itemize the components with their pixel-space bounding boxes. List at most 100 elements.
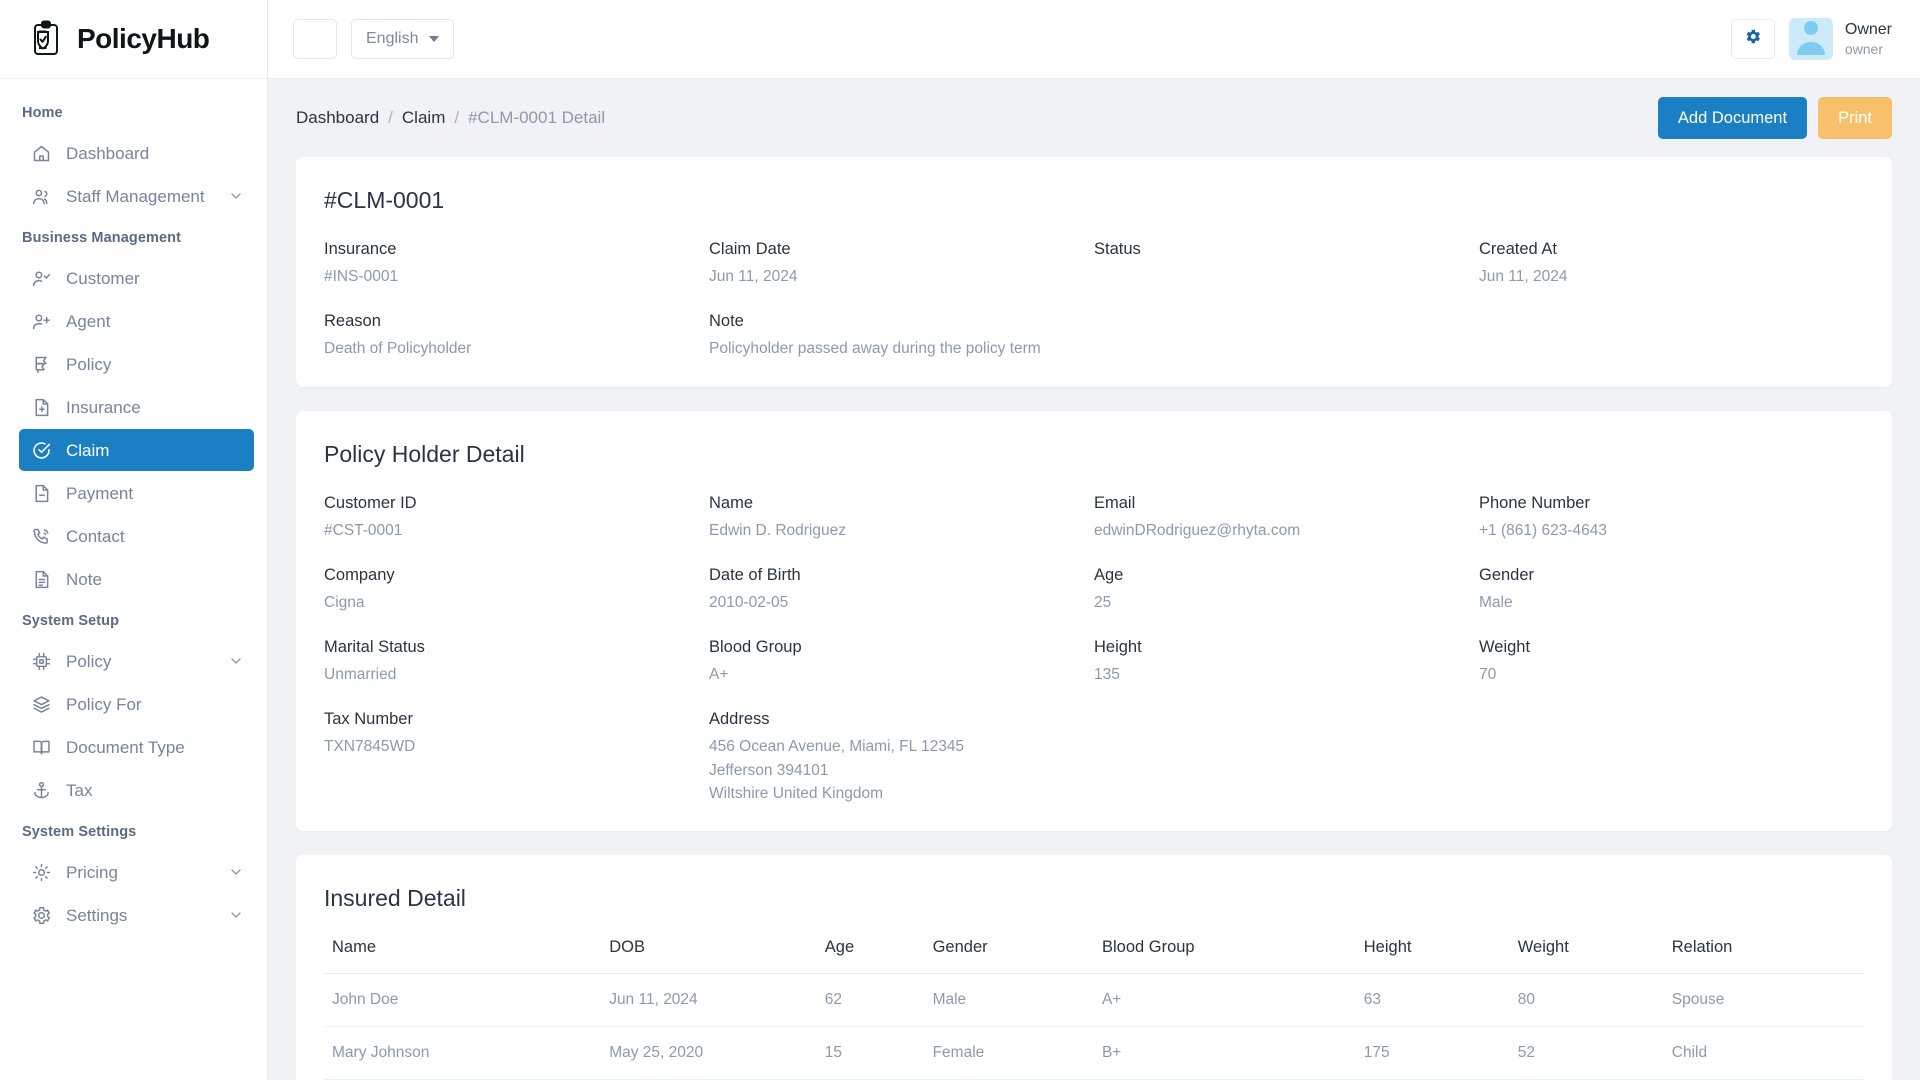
app-root: PolicyHub Home Dashboard Staff Managemen… <box>0 0 1920 1080</box>
field-label: Claim Date <box>709 240 791 258</box>
sidebar-item-settings[interactable]: Settings <box>19 894 254 936</box>
table-row[interactable]: Mary Johnson May 25, 2020 15 Female B+ 1… <box>324 1026 1864 1080</box>
page-content: Dashboard / Claim / #CLM-0001 Detail Add… <box>268 79 1920 1080</box>
language-label: English <box>366 30 419 47</box>
user-name: Owner <box>1844 20 1892 38</box>
sidebar-item-note[interactable]: Note <box>19 558 254 600</box>
field-label: Tax Number <box>324 710 413 729</box>
chip-icon <box>31 651 52 672</box>
field-weight: Weight 70 <box>1479 638 1864 686</box>
sidebar-toggle-button[interactable] <box>293 19 337 59</box>
field-label: Blood Group <box>709 638 802 656</box>
sidebar-item-label: Staff Management <box>66 186 205 206</box>
field-value: Policyholder passed away during the poli… <box>709 340 1041 358</box>
insured-table: Name DOB Age Gender Blood Group Height W… <box>324 938 1864 1080</box>
sidebar-item-insurance[interactable]: Insurance <box>19 386 254 428</box>
sidebar-item-label: Document Type <box>66 737 185 757</box>
cell-blood-group: B+ <box>1093 1026 1356 1080</box>
table-body: John Doe Jun 11, 2024 62 Male A+ 63 80 S… <box>324 973 1864 1080</box>
field-marital-status: Marital Status Unmarried <box>324 638 709 686</box>
topbar-right: Owner owner <box>1730 18 1892 60</box>
field-value: edwinDRodriguez@rhyta.com <box>1094 521 1301 539</box>
sidebar-item-claim[interactable]: Claim <box>19 429 254 471</box>
breadcrumb-item-claim[interactable]: Claim <box>402 108 445 128</box>
field-label: Gender <box>1479 565 1535 584</box>
field-label: Marital Status <box>324 638 425 656</box>
field-claim-date: Claim Date Jun 11, 2024 <box>709 240 1094 288</box>
language-selector[interactable]: English <box>351 19 455 59</box>
table-row[interactable]: John Doe Jun 11, 2024 62 Male A+ 63 80 S… <box>324 973 1864 1027</box>
page-actions: Add Document Print <box>1657 97 1892 139</box>
print-button[interactable]: Print <box>1818 97 1892 139</box>
field-customer-id: Customer ID #CST-0001 <box>324 494 709 542</box>
chevron-down-icon <box>228 864 244 880</box>
field-age: Age 25 <box>1094 566 1479 614</box>
brand[interactable]: PolicyHub <box>0 0 267 79</box>
field-label: Address <box>709 710 770 729</box>
cell-dob: Jun 11, 2024 <box>601 973 817 1027</box>
field-value: 2010-02-05 <box>709 593 789 611</box>
settings-gear-icon <box>31 905 52 926</box>
breadcrumb-item-dashboard[interactable]: Dashboard <box>296 108 379 128</box>
sidebar-item-label: Tax <box>66 780 93 800</box>
sidebar-item-label: Settings <box>66 905 128 925</box>
cell-name: Mary Johnson <box>324 1026 602 1080</box>
field-value: Male <box>1479 593 1513 611</box>
user-menu[interactable]: Owner owner <box>1788 18 1892 60</box>
column-header-name: Name <box>324 938 602 974</box>
column-header-weight: Weight <box>1509 938 1664 974</box>
sidebar-item-payment[interactable]: Payment <box>19 472 254 514</box>
field-label: Created At <box>1479 240 1557 258</box>
sidebar-item-policy-for[interactable]: Policy For <box>19 683 254 725</box>
cell-age: 15 <box>816 1026 925 1080</box>
field-label: Company <box>324 565 395 584</box>
sidebar-item-policy-setup[interactable]: Policy <box>19 640 254 682</box>
sidebar-item-contact[interactable]: Contact <box>19 515 254 557</box>
field-value: 25 <box>1094 593 1112 611</box>
field-value: Unmarried <box>324 666 397 683</box>
status-badge <box>1094 265 1479 287</box>
sidebar-item-label: Claim <box>66 440 110 460</box>
tag-gear-icon <box>31 862 52 883</box>
sidebar-item-policy[interactable]: Policy <box>19 343 254 385</box>
sidebar-item-staff-management[interactable]: Staff Management <box>19 175 254 217</box>
sidebar-item-agent[interactable]: Agent <box>19 300 254 342</box>
sidebar-item-document-type[interactable]: Document Type <box>19 726 254 768</box>
field-insurance: Insurance #INS-0001 <box>324 240 709 288</box>
sidebar-item-label: Pricing <box>66 862 118 882</box>
field-value: Jun 11, 2024 <box>1479 268 1568 285</box>
cell-age: 62 <box>816 973 925 1027</box>
sidebar: PolicyHub Home Dashboard Staff Managemen… <box>0 0 268 1080</box>
policy-holder-title: Policy Holder Detail <box>324 440 525 467</box>
policy-flag-icon <box>31 354 52 375</box>
field-tax-number: Tax Number TXN7845WD <box>324 710 709 805</box>
field-value: A+ <box>709 666 729 683</box>
chevron-down-icon <box>429 36 440 42</box>
cell-dob: May 25, 2020 <box>601 1026 817 1080</box>
chevron-down-icon <box>228 653 244 669</box>
cell-name: John Doe <box>324 973 602 1027</box>
table-header-row: Name DOB Age Gender Blood Group Height W… <box>324 938 1864 974</box>
sidebar-item-dashboard[interactable]: Dashboard <box>19 132 254 174</box>
field-value: 70 <box>1479 666 1497 683</box>
note-icon <box>31 569 52 590</box>
claim-summary-card: #CLM-0001 Insurance #INS-0001 Claim Date… <box>296 157 1892 387</box>
clipboard-shield-icon <box>26 19 66 59</box>
insured-detail-title: Insured Detail <box>324 885 466 911</box>
claim-title: #CLM-0001 <box>324 187 445 213</box>
sidebar-item-tax[interactable]: Tax <box>19 769 254 811</box>
cell-weight: 52 <box>1509 1026 1664 1080</box>
field-value: Edwin D. Rodriguez <box>709 521 846 539</box>
add-document-button[interactable]: Add Document <box>1657 97 1808 139</box>
settings-button[interactable] <box>1730 19 1775 59</box>
cell-height: 175 <box>1355 1026 1510 1080</box>
sidebar-item-pricing[interactable]: Pricing <box>19 851 254 893</box>
address-line: Wiltshire United Kingdom <box>709 784 884 802</box>
sidebar-nav: Home Dashboard Staff Management Business… <box>0 79 267 1080</box>
field-blood-group: Blood Group A+ <box>709 638 1094 686</box>
sidebar-item-label: Policy <box>66 651 112 671</box>
sidebar-item-customer[interactable]: Customer <box>19 257 254 299</box>
cell-height: 63 <box>1355 973 1510 1027</box>
policy-holder-card: Policy Holder Detail Customer ID #CST-00… <box>296 410 1892 831</box>
cell-weight: 80 <box>1509 973 1664 1027</box>
